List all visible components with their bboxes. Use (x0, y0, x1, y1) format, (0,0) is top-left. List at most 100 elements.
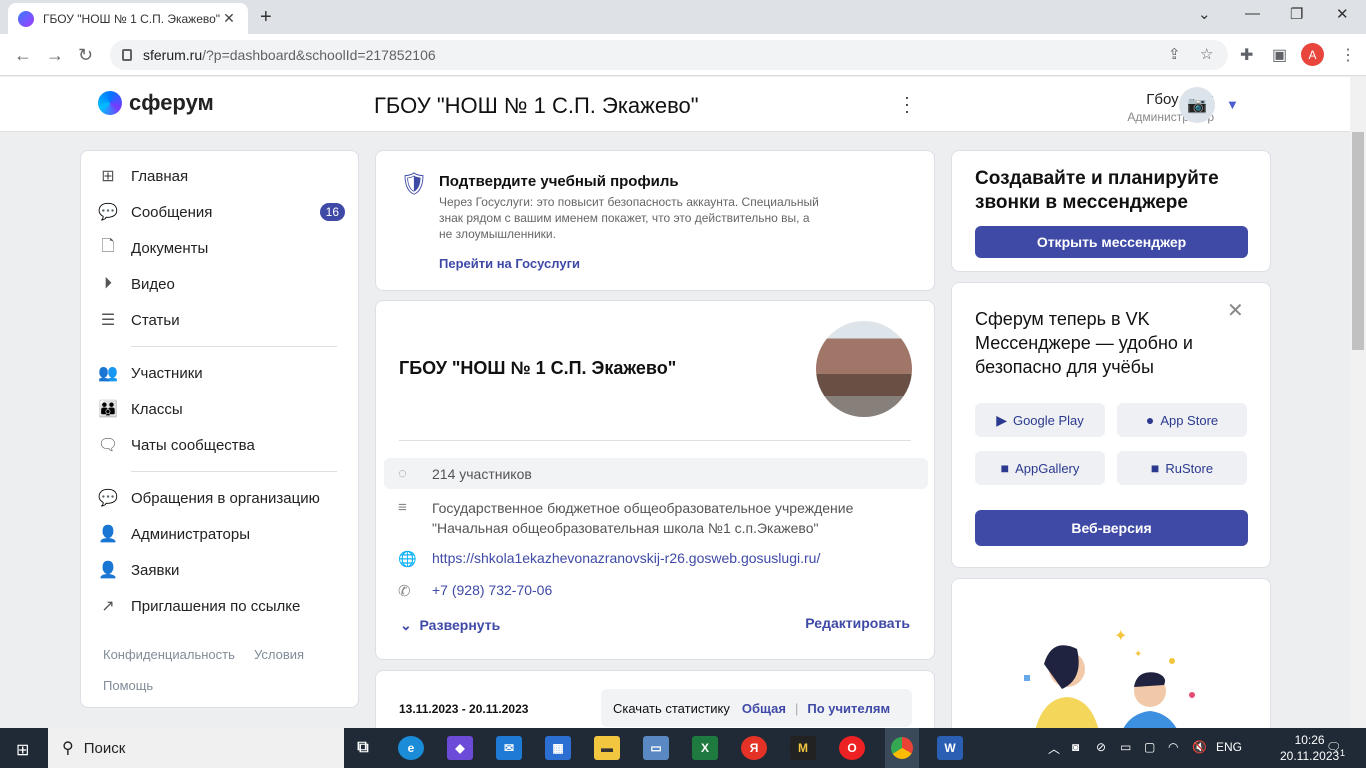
store-label: Google Play (1012, 412, 1084, 428)
sidebar-item-applications[interactable]: 👤 Заявки (97, 552, 349, 588)
notifications-icon[interactable]: 🗨 (1326, 740, 1341, 754)
tray-volume-muted-icon[interactable]: 🔇 (1192, 740, 1207, 754)
by-teachers-stats-link[interactable]: По учителям (807, 701, 890, 716)
help-link[interactable]: Помощь (103, 678, 153, 693)
privacy-link[interactable]: Конфиденциальность (103, 647, 235, 662)
yandex-market-icon[interactable]: M (790, 736, 816, 760)
browser-menu-icon[interactable]: ⋮ (1340, 45, 1356, 65)
terms-link[interactable]: Условия (254, 647, 304, 662)
sidebar-item-label: Приглашения по ссылке (131, 597, 301, 615)
forward-icon[interactable]: → (46, 45, 64, 66)
chat-bubble-icon: 💬 (98, 490, 118, 507)
sidebar-item-classes[interactable]: 👪 Классы (97, 391, 349, 427)
windows-taskbar: ⊞ ⚲ Поиск ⧉ e ◆ ✉ ▦ ▬ ▭ X Я M O W ︿ ◙ ⊘ … (0, 728, 1366, 768)
maximize-icon[interactable]: ❐ (1290, 5, 1303, 23)
chevron-down-icon[interactable]: ▼ (1226, 97, 1239, 112)
close-tab-icon[interactable]: ✕ (220, 10, 238, 27)
sidebar-item-messages[interactable]: 💬 Сообщения 16 (97, 194, 349, 230)
tray-no-network-icon[interactable]: ⊘ (1096, 740, 1106, 754)
side-panel-icon[interactable]: ▣ (1272, 45, 1287, 65)
sidebar-item-documents[interactable]: 🗋 Документы (97, 230, 349, 266)
task-view-icon[interactable]: ⧉ (350, 736, 376, 760)
more-options-icon[interactable]: · · · (903, 88, 911, 120)
extensions-icon[interactable]: ✚ (1240, 45, 1253, 65)
back-icon[interactable]: ← (14, 45, 32, 66)
minimize-icon[interactable]: — (1245, 5, 1260, 22)
school-full-name: Государственное бюджетное общеобразовате… (432, 500, 854, 536)
mail-icon[interactable]: ✉ (496, 736, 522, 760)
language-indicator[interactable]: ENG (1216, 740, 1242, 754)
sidebar-item-label: Сообщения (131, 203, 213, 221)
user-avatar-camera-icon[interactable]: 📷 (1179, 87, 1215, 123)
scrollbar-thumb[interactable] (1352, 132, 1364, 350)
sidebar-item-home[interactable]: ⊞ Главная (97, 158, 349, 194)
sidebar-item-label: Статьи (131, 311, 180, 329)
website-link[interactable]: https://shkola1ekazhevonazranovskij-r26.… (432, 550, 820, 568)
sferum-logo[interactable]: сферум (98, 90, 214, 116)
expand-button[interactable]: ⌄ Развернуть (400, 617, 500, 634)
verify-title: Подтвердите учебный профиль (439, 173, 679, 190)
word-icon[interactable]: W (937, 736, 963, 760)
document-icon: 🗋 (101, 237, 115, 255)
sidebar-item-members[interactable]: 👥 Участники (97, 355, 349, 391)
rustore-button[interactable]: ■ RuStore (1117, 451, 1247, 485)
profile-avatar[interactable]: A (1301, 43, 1324, 66)
sidebar-item-label: Документы (131, 239, 209, 257)
excel-icon[interactable]: X (692, 736, 718, 760)
sidebar-item-admins[interactable]: 👤 Администраторы (97, 516, 349, 552)
close-icon[interactable]: ✕ (1227, 298, 1244, 323)
sidebar: ⊞ Главная 💬 Сообщения 16 🗋 Документы ⏵ В… (80, 150, 359, 708)
grid-icon: ⊞ (101, 168, 115, 185)
tab-search-chevron-icon[interactable]: ⌄ (1198, 5, 1211, 23)
tray-battery-icon[interactable]: ▭ (1120, 740, 1131, 754)
sidebar-divider (131, 346, 337, 347)
share-icon[interactable]: ⇪ (1168, 45, 1181, 63)
store-icon[interactable]: ▦ (545, 736, 571, 760)
yandex-browser-icon[interactable]: Я (741, 736, 767, 760)
page-title: ГБОУ "НОШ № 1 С.П. Экажево" (374, 93, 699, 118)
chat-bubble-icon: 💬 (98, 204, 118, 221)
web-version-button[interactable]: Веб-версия (975, 510, 1248, 546)
opera-icon[interactable]: O (839, 736, 865, 760)
edge-icon[interactable]: e (398, 736, 424, 760)
chrome-icon[interactable] (885, 728, 919, 768)
gosuslugi-link[interactable]: Перейти на Госуслуги (439, 256, 580, 271)
shield-check-icon: 🛡 (400, 171, 428, 196)
general-stats-link[interactable]: Общая (742, 701, 786, 716)
browser-tab[interactable]: ГБОУ "НОШ № 1 С.П. Экажево" ✕ (8, 3, 248, 34)
sidebar-item-articles[interactable]: ☰ Статьи (97, 302, 349, 338)
appgallery-button[interactable]: ■ AppGallery (975, 451, 1105, 485)
bookmark-star-icon[interactable]: ☆ (1200, 45, 1213, 63)
google-play-button[interactable]: ▶ Google Play (975, 403, 1105, 437)
address-bar[interactable]: sferum.ru/?p=dashboard&schoolId=21785210… (110, 40, 1228, 70)
sferum-logo-icon (98, 91, 122, 115)
page-scrollbar[interactable] (1350, 77, 1366, 728)
search-icon: ⚲ (62, 740, 74, 757)
sidebar-item-video[interactable]: ⏵ Видео (97, 266, 349, 302)
vk-messenger-promo-card: Сферум теперь в VK Мессенджере — удобно … (951, 282, 1271, 568)
school-photo[interactable] (816, 321, 912, 417)
members-row[interactable]: ◌ 214 участников (384, 458, 928, 489)
file-explorer-icon[interactable]: ▬ (594, 736, 620, 760)
windows-start-icon[interactable]: ⊞ (16, 740, 29, 760)
taskbar-search[interactable]: ⚲ Поиск (48, 728, 344, 768)
app-store-button[interactable]: ● App Store (1117, 403, 1247, 437)
app-icon[interactable]: ◆ (447, 736, 473, 760)
tray-app-icon[interactable]: ◙ (1072, 740, 1079, 754)
new-tab-icon[interactable]: + (260, 6, 272, 29)
edit-button[interactable]: Редактировать (805, 615, 910, 631)
computer-icon[interactable]: ▭ (643, 736, 669, 760)
browser-toolbar: ← → ↻ sferum.ru/?p=dashboard&schoolId=21… (0, 34, 1366, 76)
sidebar-item-community-chats[interactable]: 🗨 Чаты сообщества (97, 427, 349, 463)
show-hidden-icons-chevron-icon[interactable]: ︿ (1048, 740, 1060, 757)
reload-icon[interactable]: ↻ (78, 45, 93, 66)
phone-link[interactable]: +7 (928) 732-70-06 (432, 582, 552, 600)
download-stats-label: Скачать статистику (613, 700, 730, 716)
sidebar-item-invite-links[interactable]: ↗ Приглашения по ссылке (97, 588, 349, 624)
open-messenger-button[interactable]: Открыть мессенджер (975, 226, 1248, 258)
sidebar-item-requests-to-org[interactable]: 💬 Обращения в организацию (97, 480, 349, 516)
sidebar-item-label: Видео (131, 275, 175, 293)
close-window-icon[interactable]: ✕ (1336, 5, 1349, 23)
tray-monitor-icon[interactable]: ▢ (1144, 740, 1155, 754)
tray-wifi-icon[interactable]: ◠ (1168, 740, 1178, 754)
